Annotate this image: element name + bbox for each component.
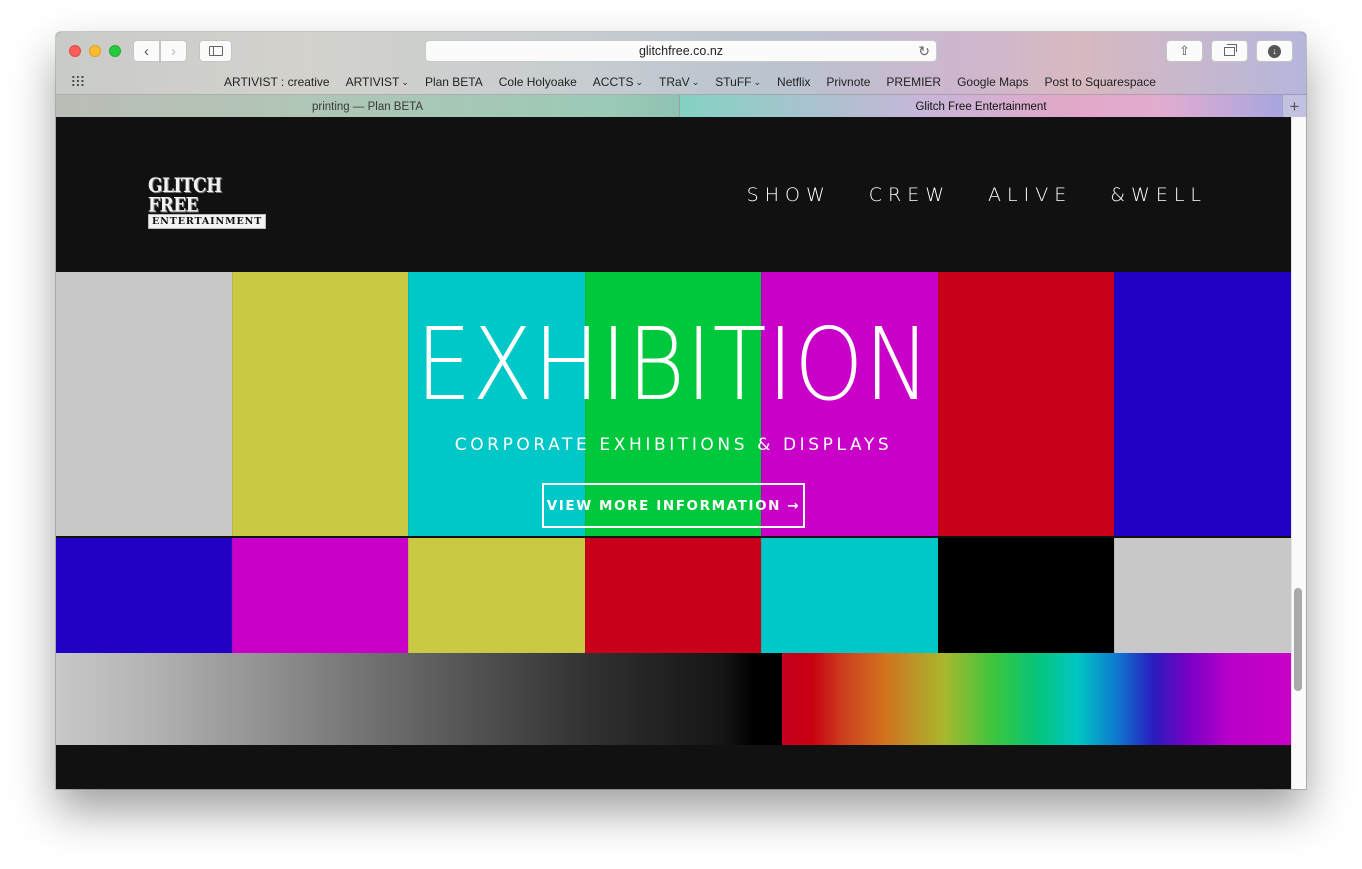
hero-title: EXHIBITION [415,306,932,423]
test-bar-middle-7 [1114,538,1291,653]
bookmark-stuff[interactable]: STuFF ⌄ [715,75,761,89]
bookmark-artivist-creative[interactable]: ARTIVIST : creative [224,75,330,89]
scrollbar-thumb[interactable] [1294,588,1302,691]
sidebar-icon [208,46,223,56]
new-tab-button[interactable]: + [1282,95,1306,118]
nav-link-well[interactable]: &WELL [1110,184,1207,206]
test-bar-middle-3 [408,538,585,653]
chevron-down-icon: ⌄ [691,77,700,87]
bookmark-google-maps[interactable]: Google Maps [957,75,1028,89]
nav-link-crew[interactable]: CREW [869,184,950,206]
browser-window: ‹ › glitchfree.co.nz ↻ ⇧ ↓ ARTIVIST : cr… [56,32,1306,789]
minimize-window-button[interactable] [89,45,101,57]
bookmark-cole-holyoake[interactable]: Cole Holyoake [499,75,577,89]
sidebar-toggle-button[interactable] [199,40,232,62]
test-bar-middle-4 [584,538,762,653]
zoom-window-button[interactable] [109,45,121,57]
share-button[interactable]: ⇧ [1166,40,1203,62]
tab-bar: printing — Plan BETA Glitch Free Enterta… [56,94,1306,118]
tab-printing-plan-beta[interactable]: printing — Plan BETA [56,95,680,118]
view-more-information-button[interactable]: VIEW MORE INFORMATION → [542,483,805,528]
browser-chrome: ‹ › glitchfree.co.nz ↻ ⇧ ↓ ARTIVIST : cr… [56,32,1306,118]
chevron-left-icon: ‹ [144,42,149,60]
bookmark-accts[interactable]: ACCTS ⌄ [593,75,643,89]
tabs-icon [1224,43,1237,56]
nav-link-show[interactable]: SHOW [747,184,831,206]
main-nav: SHOW CREW ALIVE &WELL [747,184,1207,206]
bookmark-trav[interactable]: TRaV ⌄ [659,75,699,89]
web-page: GLITCH FREE ENTERTAINMENT SHOW CREW ALIV… [56,117,1291,789]
address-bar[interactable]: glitchfree.co.nz ↻ [425,40,937,62]
bookmark-plan-beta[interactable]: Plan BETA [425,75,483,89]
bookmark-netflix[interactable]: Netflix [777,75,810,89]
plus-icon: + [1289,96,1300,116]
nav-link-alive[interactable]: ALIVE [988,184,1072,206]
test-bar-middle-1 [56,538,232,653]
show-all-tabs-button[interactable] [1211,40,1248,62]
test-bars-middle-row [56,538,1291,653]
back-button[interactable]: ‹ [133,40,160,62]
bookmark-artivist[interactable]: ARTIVIST ⌄ [346,75,409,89]
test-bar-middle-6 [937,538,1115,653]
share-icon: ⇧ [1179,43,1190,58]
bookmark-premier[interactable]: PREMIER [886,75,941,89]
close-window-button[interactable] [69,45,81,57]
bookmarks-bar: ARTIVIST : creative ARTIVIST ⌄ Plan BETA … [56,70,1306,94]
url-text: glitchfree.co.nz [638,44,724,58]
test-bar-middle-2 [231,538,409,653]
grayscale-gradient-bar [56,653,782,745]
chevron-down-icon: ⌄ [753,77,762,87]
bookmark-privnote[interactable]: Privnote [826,75,870,89]
spectrum-gradient-bar [782,653,1291,745]
chevron-down-icon: ⌄ [635,77,644,87]
tab-glitch-free-entertainment[interactable]: Glitch Free Entertainment [680,95,1282,118]
bookmark-list: ARTIVIST : creative ARTIVIST ⌄ Plan BETA … [224,75,1172,89]
reload-icon[interactable]: ↻ [918,43,930,60]
chevron-down-icon: ⌄ [401,77,409,87]
chevron-right-icon: › [171,42,176,60]
test-bars-bottom-row [56,653,1291,745]
site-logo[interactable]: GLITCH FREE ENTERTAINMENT [148,176,267,229]
forward-button[interactable]: › [160,40,187,62]
logo-wordmark-top: GLITCH FREE [148,174,222,218]
bookmark-post-to-squarespace[interactable]: Post to Squarespace [1044,75,1155,89]
top-sites-grid-icon[interactable] [71,75,85,87]
test-bar-middle-5 [761,538,938,653]
hero-subtitle: CORPORATE EXHIBITIONS & DISPLAYS [454,435,893,455]
downloads-button[interactable]: ↓ [1256,40,1293,62]
download-icon: ↓ [1268,44,1281,58]
